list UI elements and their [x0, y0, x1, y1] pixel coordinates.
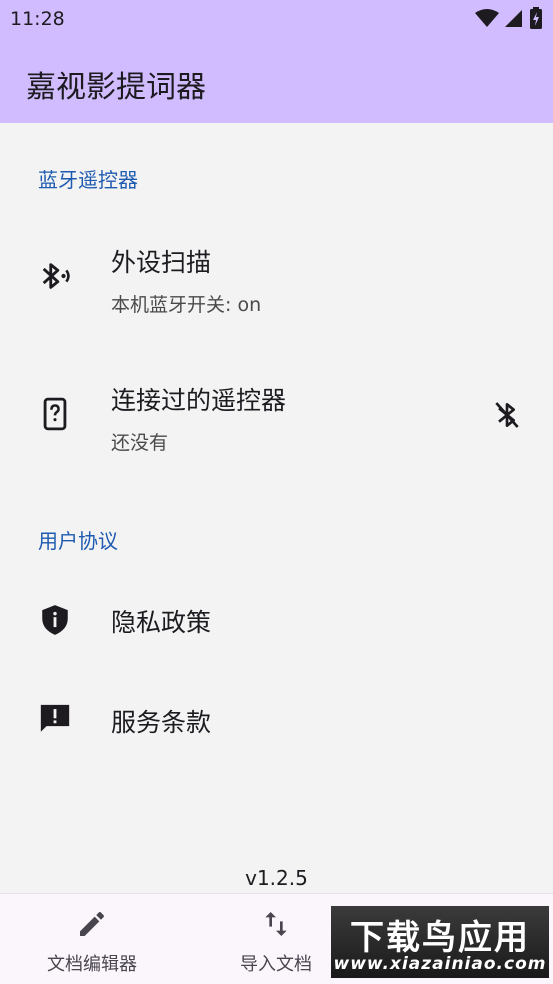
nav-label-editor: 文档编辑器	[47, 954, 137, 975]
section-header-agreement: 用户协议	[38, 529, 118, 553]
watermark-main-text: 下载鸟应用	[350, 918, 530, 958]
nav-item-editor[interactable]: 文档编辑器	[0, 894, 184, 984]
app-title: 嘉视影提词器	[26, 70, 206, 105]
signal-icon	[505, 10, 522, 27]
connected-remotes-item[interactable]: 连接过的遥控器 还没有	[0, 355, 553, 475]
privacy-policy-item[interactable]: 隐私政策	[0, 575, 553, 665]
battery-charging-icon	[530, 7, 542, 29]
watermark-url-text: www.xiazainiao.com	[333, 954, 547, 974]
watermark-logo: 下载鸟应用 www.xiazainiao.com	[331, 906, 549, 978]
status-time: 11:28	[10, 8, 65, 30]
import-export-icon	[265, 912, 287, 936]
edit-icon	[80, 911, 105, 936]
privacy-shield-icon	[42, 605, 68, 635]
bluetooth-status: 本机蓝牙开关: on	[111, 294, 262, 316]
status-bar: 11:28	[0, 0, 553, 38]
privacy-policy-title: 隐私政策	[111, 608, 212, 637]
app-bar: 嘉视影提词器	[0, 38, 553, 123]
terms-of-service-title: 服务条款	[111, 708, 212, 737]
app-version: v1.2.5	[245, 866, 308, 890]
terms-of-service-item[interactable]: 服务条款	[0, 675, 553, 765]
peripheral-scan-item[interactable]: 外设扫描 本机蓝牙开关: on	[0, 215, 553, 335]
connected-remotes-status: 还没有	[111, 432, 169, 454]
wifi-icon	[475, 9, 499, 27]
connected-remotes-title: 连接过的遥控器	[111, 386, 287, 415]
status-icons	[475, 7, 543, 29]
device-unknown-icon	[43, 397, 67, 431]
feedback-icon	[40, 704, 70, 732]
bluetooth-disabled-icon[interactable]	[491, 399, 523, 431]
section-header-remote: 蓝牙遥控器	[38, 168, 138, 192]
peripheral-scan-title: 外设扫描	[111, 248, 212, 277]
bluetooth-searching-icon	[42, 263, 70, 289]
